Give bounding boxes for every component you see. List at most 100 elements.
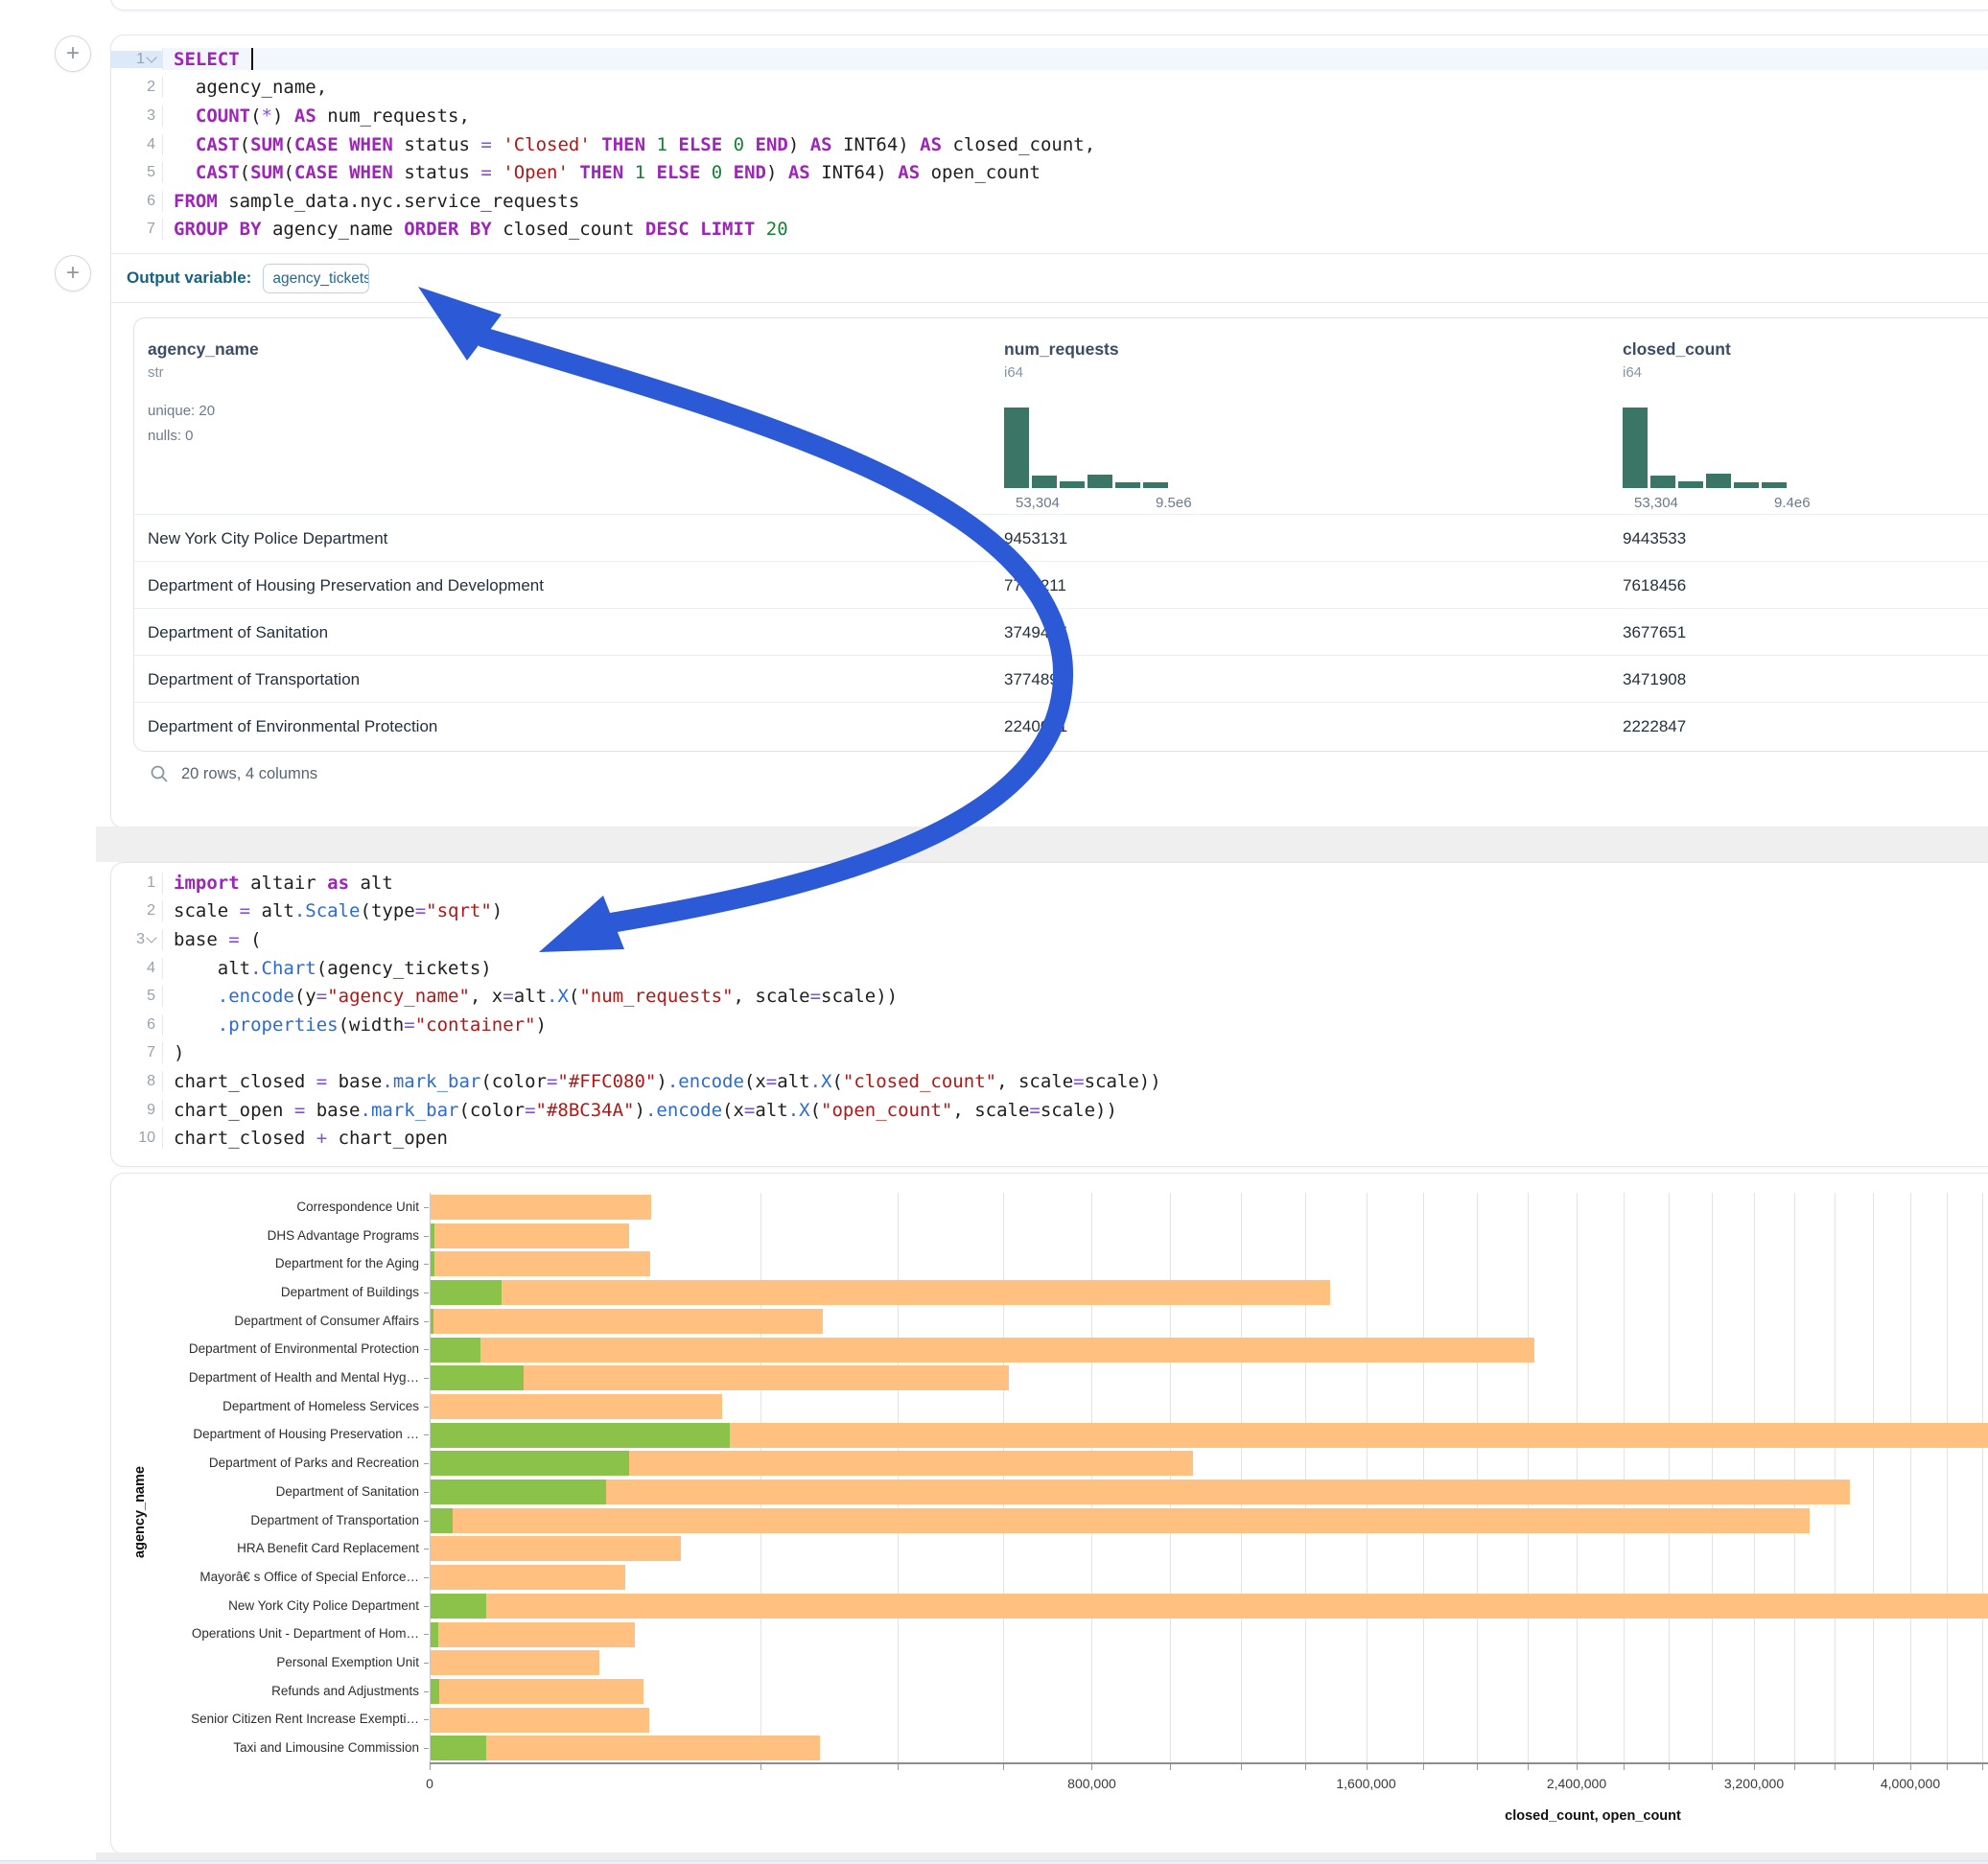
code-line: 7) — [111, 1039, 1988, 1068]
x-tick — [898, 1764, 899, 1770]
bar-open_count — [431, 1451, 629, 1476]
line-number: 7 — [147, 221, 155, 238]
add-cell-button-middle[interactable]: + — [55, 255, 91, 291]
x-tick — [1947, 1764, 1948, 1770]
column-histogram — [1004, 408, 1168, 488]
x-tick — [1754, 1764, 1755, 1770]
x-tick — [1982, 1764, 1983, 1770]
y-axis-label: Department of Housing Preservation … — [111, 1427, 419, 1441]
line-number: 6 — [147, 193, 155, 210]
bar-open_count — [431, 1365, 524, 1390]
y-tick — [424, 1577, 429, 1578]
line-number: 5 — [147, 988, 155, 1005]
gridline — [1982, 1193, 1983, 1762]
column-type: i64 — [1004, 364, 1119, 381]
python-editor[interactable]: 1import altair as alt2scale = alt.Scale(… — [111, 869, 1988, 1153]
line-number: 3 — [147, 107, 155, 125]
table-cell: Department of Environmental Protection — [148, 717, 437, 736]
gridline — [1794, 1193, 1795, 1762]
table-row[interactable]: Department of Housing Preservation and D… — [134, 561, 1988, 609]
y-tick — [424, 1663, 429, 1664]
y-axis-label: Correspondence Unit — [111, 1200, 419, 1214]
gridline — [760, 1193, 761, 1762]
gridline — [898, 1193, 899, 1762]
column-header-num_requests[interactable]: num_requestsi64 — [1004, 339, 1119, 381]
line-number: 8 — [147, 1073, 155, 1090]
table-row[interactable]: Department of Transportation377489234719… — [134, 655, 1988, 703]
table-row[interactable]: Department of Environmental Protection 22… — [134, 702, 1988, 750]
y-axis-label: Senior Citizen Rent Increase Exempti… — [111, 1712, 419, 1726]
y-tick — [424, 1719, 429, 1720]
y-tick — [424, 1606, 429, 1607]
x-tick — [1873, 1764, 1874, 1770]
y-axis-label: Department for the Aging — [111, 1256, 419, 1270]
line-number: 4 — [147, 136, 155, 153]
bar-closed_count — [431, 1223, 629, 1248]
gridline — [1241, 1193, 1242, 1762]
table-footer: 20 rows, 4 columns — [150, 764, 317, 783]
code-line: 2scale = alt.Scale(type="sqrt") — [111, 897, 1988, 926]
bar-closed_count — [431, 1565, 625, 1590]
histogram-min-label: 53,304 — [1634, 495, 1678, 511]
code-line: 1SELECT — [111, 45, 1988, 74]
column-header-agency_name[interactable]: agency_namestr — [148, 339, 259, 381]
x-tick — [1712, 1764, 1713, 1770]
output-variable-input[interactable]: agency_tickets — [263, 264, 369, 293]
code-line: 6 .properties(width="container") — [111, 1011, 1988, 1039]
bar-closed_count — [431, 1195, 651, 1220]
x-tick-label: 1,600,000 — [1336, 1776, 1395, 1791]
column-histogram — [1623, 408, 1787, 488]
y-tick — [424, 1207, 429, 1208]
fold-chevron-icon[interactable] — [146, 932, 156, 943]
add-cell-button-top[interactable]: + — [55, 35, 91, 72]
table-row[interactable]: Department of Sanitation37494853677651 — [134, 608, 1988, 656]
table-cell: Department of Sanitation — [148, 623, 328, 642]
table-cell: 3774892 — [1004, 670, 1067, 689]
gridline — [1577, 1193, 1578, 1762]
x-tick — [1528, 1764, 1529, 1770]
bar-closed_count — [431, 1280, 1330, 1305]
y-axis-label: Taxi and Limousine Commission — [111, 1740, 419, 1755]
output-variable-bar: Output variable: agency_tickets — [111, 253, 1988, 303]
sql-editor[interactable]: 1SELECT 2 agency_name,3 COUNT(*) AS num_… — [111, 45, 1988, 244]
sql-cell: 1SELECT 2 agency_name,3 COUNT(*) AS num_… — [110, 35, 1988, 828]
table-cell: 2222847 — [1623, 717, 1686, 736]
notebook-page: + + 1SELECT 2 agency_name,3 COUNT(*) AS … — [0, 0, 1988, 1864]
y-tick — [424, 1236, 429, 1237]
bar-open_count — [431, 1251, 434, 1276]
code-line: 8chart_closed = base.mark_bar(color="#FF… — [111, 1067, 1988, 1096]
y-tick — [424, 1463, 429, 1464]
y-axis-title: agency_name — [132, 1368, 148, 1656]
fold-chevron-icon[interactable] — [146, 52, 156, 62]
chart-cell: 800,0001,600,0002,400,0003,200,0004,000,… — [110, 1173, 1988, 1854]
y-axis-label: Department of Parks and Recreation — [111, 1456, 419, 1470]
y-axis-label: New York City Police Department — [111, 1598, 419, 1613]
bar-open_count — [431, 1480, 606, 1504]
previous-cell-partial — [110, 0, 1988, 11]
gridline — [1754, 1193, 1755, 1762]
column-header-closed_count[interactable]: closed_counti64 — [1623, 339, 1731, 381]
y-tick — [424, 1407, 429, 1408]
y-axis-label: Department of Consumer Affairs — [111, 1314, 419, 1328]
table-row[interactable]: New York City Police Department945313194… — [134, 514, 1988, 562]
code-line: 9chart_open = base.mark_bar(color="#8BC3… — [111, 1096, 1988, 1125]
gridline — [1947, 1193, 1948, 1762]
next-section-edge — [0, 1860, 1988, 1864]
code-line: 10chart_closed + chart_open — [111, 1124, 1988, 1153]
x-tick — [1794, 1764, 1795, 1770]
y-tick — [424, 1748, 429, 1749]
y-axis-label: Department of Transportation — [111, 1513, 419, 1527]
table-cell: 7618456 — [1623, 576, 1686, 595]
line-number: 1 — [147, 874, 155, 892]
code-line: 5 CAST(SUM(CASE WHEN status = 'Open' THE… — [111, 158, 1988, 187]
x-tick — [1170, 1764, 1171, 1770]
x-tick — [1624, 1764, 1625, 1770]
gridline — [1528, 1193, 1529, 1762]
search-icon[interactable] — [150, 764, 169, 783]
y-axis-label: Department of Buildings — [111, 1285, 419, 1299]
x-tick — [1477, 1764, 1478, 1770]
column-type: str — [148, 364, 259, 381]
code-line: 4 CAST(SUM(CASE WHEN status = 'Closed' T… — [111, 130, 1988, 159]
line-number: 3 — [136, 931, 145, 948]
code-line: 1import altair as alt — [111, 869, 1988, 897]
